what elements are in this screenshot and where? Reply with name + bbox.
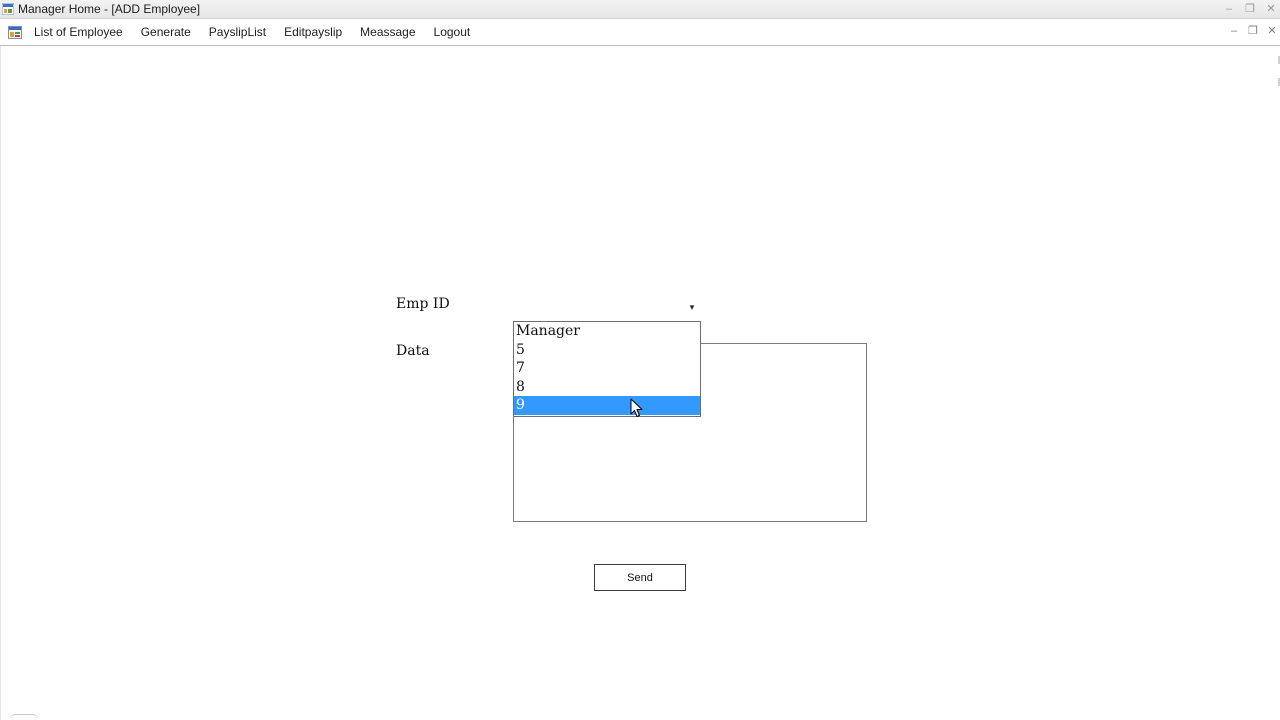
emp-id-label: Emp ID [396,296,450,312]
window-border-artifact [9,714,39,720]
restore-button[interactable]: ❐ [1243,2,1257,16]
menu-item-paysliplist[interactable]: PayslipList [200,25,275,39]
dropdown-arrow-icon[interactable]: ▾ [685,300,699,314]
data-label: Data [396,343,430,359]
dropdown-option-5[interactable]: 5 [514,341,700,360]
minimize-button[interactable]: – [1222,2,1236,16]
child-minimize-button[interactable]: – [1227,24,1241,38]
menu-bar: List of Employee Generate PayslipList Ed… [0,19,1280,46]
app-window-icon [2,3,14,15]
menu-item-logout[interactable]: Logout [425,25,480,39]
window-title: Manager Home - [ADD Employee] [18,2,201,16]
child-restore-button[interactable]: ❐ [1246,24,1260,38]
menu-item-editpayslip[interactable]: Editpayslip [275,25,351,39]
dropdown-option-8[interactable]: 8 [514,378,700,397]
add-employee-form: Emp ID ▾ Data Manager 5 7 8 9 Send [0,46,1280,720]
mouse-pointer-icon [630,398,643,417]
emp-id-dropdown-list: Manager 5 7 8 9 [513,321,701,417]
dropdown-option-9[interactable]: 9 [514,396,700,415]
child-close-button[interactable]: ✕ [1265,24,1279,38]
menu-item-generate[interactable]: Generate [132,25,200,39]
dropdown-option-7[interactable]: 7 [514,359,700,378]
menu-item-list-of-employee[interactable]: List of Employee [25,25,132,39]
close-button[interactable]: ✕ [1264,2,1278,16]
menu-item-meassage[interactable]: Meassage [351,25,424,39]
mdi-child-icon[interactable] [8,26,22,39]
send-button[interactable]: Send [594,564,686,591]
menu-items: List of Employee Generate PayslipList Ed… [25,19,479,45]
dropdown-option-manager[interactable]: Manager [514,322,700,341]
manager-home-window: Manager Home - [ADD Employee] – ❐ ✕ List… [0,0,1280,720]
title-bar[interactable]: Manager Home - [ADD Employee] – ❐ ✕ [0,0,1280,19]
